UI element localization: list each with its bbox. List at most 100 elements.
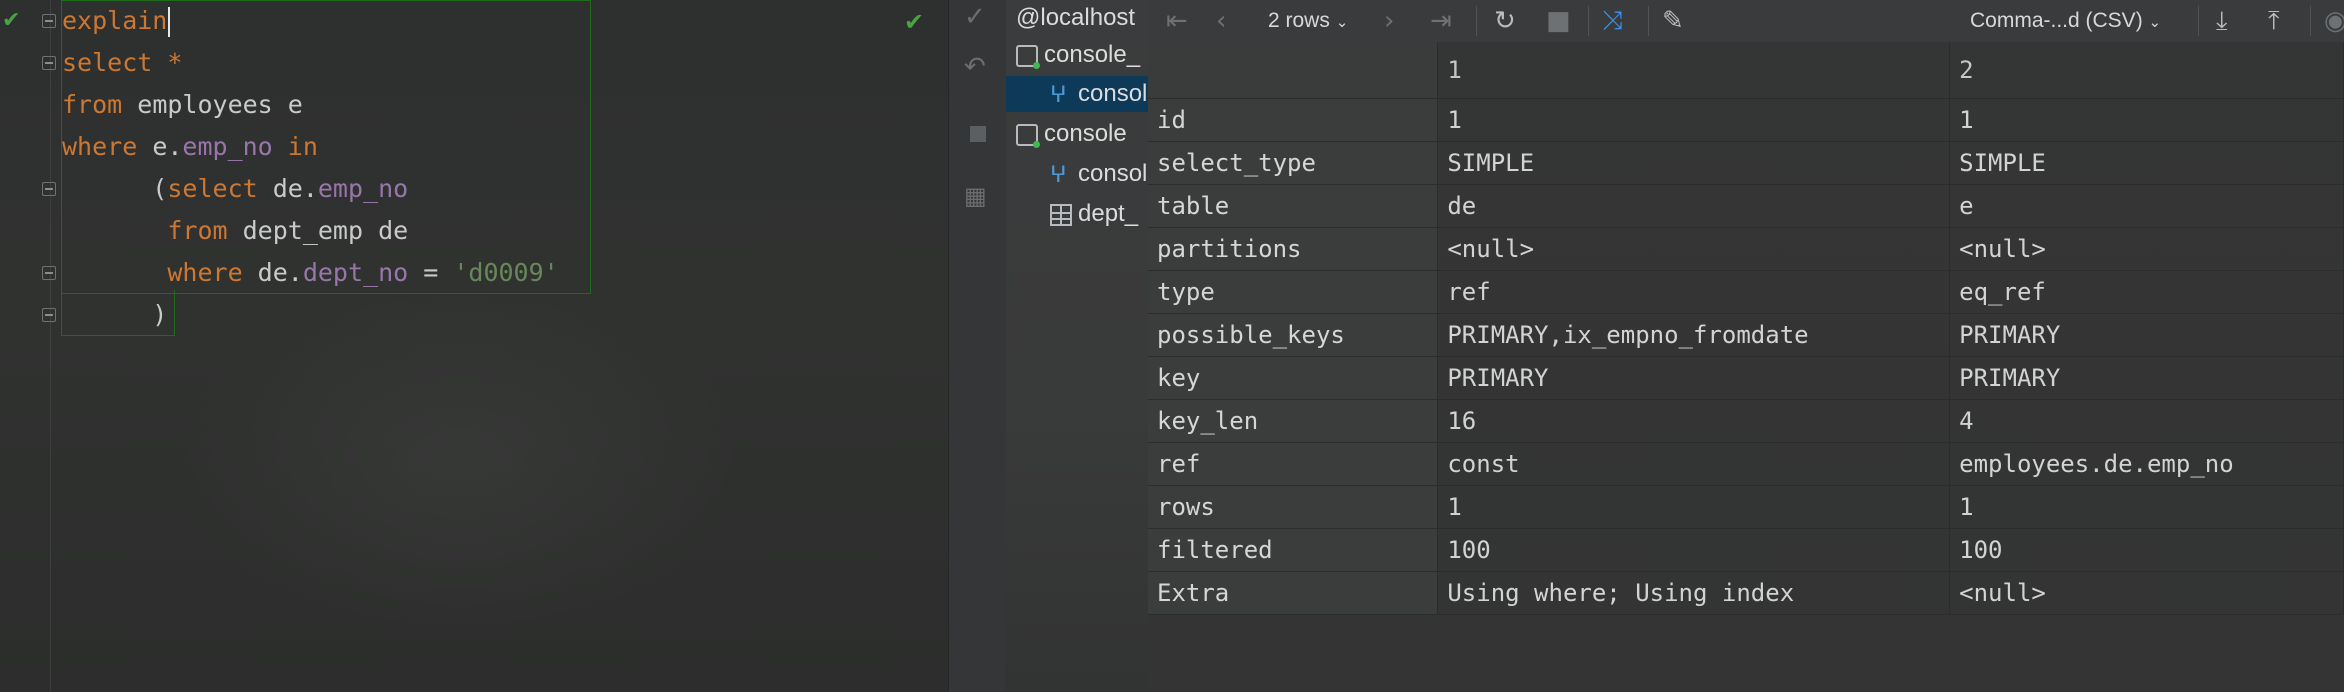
code-line[interactable]: explain: [62, 0, 171, 42]
table-cell[interactable]: 4: [1949, 399, 2344, 443]
sql-keyword: explain: [62, 6, 168, 35]
fold-marker-icon[interactable]: [42, 308, 56, 322]
checkmark-icon: ✔: [2, 8, 21, 33]
last-page-icon[interactable]: ⇥: [1430, 0, 1452, 42]
toolbar-separator: [1476, 6, 1477, 36]
table-cell[interactable]: 1: [1949, 485, 2344, 529]
view-icon[interactable]: ◉: [2324, 0, 2344, 42]
sql-field: dept_no: [302, 258, 409, 287]
code-line[interactable]: (select de.emp_no: [62, 168, 408, 210]
toolbar-separator: [1588, 6, 1589, 36]
sql-token: employees e: [137, 90, 303, 119]
sql-token: ): [62, 300, 168, 329]
table-cell[interactable]: de: [1437, 184, 1951, 228]
tree-item-console[interactable]: ⵖ console: [1050, 156, 1148, 192]
sql-keyword: where: [62, 258, 258, 287]
results-grid[interactable]: 1 2 id 1 1 select_type SIMPLE SIMPLE table de e p…: [1148, 42, 2344, 692]
row-count-dropdown[interactable]: 2 rows ⌄: [1268, 0, 1348, 42]
toolbar-separator: [2198, 6, 2199, 36]
table-cell[interactable]: ref: [1437, 270, 1951, 314]
row-header-cell[interactable]: partitions: [1148, 227, 1439, 271]
table-cell[interactable]: 100: [1949, 528, 2344, 572]
table-cell[interactable]: <null>: [1949, 227, 2344, 271]
commit-icon[interactable]: ✓: [964, 2, 986, 32]
code-line[interactable]: select *: [62, 42, 182, 84]
row-header-cell[interactable]: filtered: [1148, 528, 1439, 572]
table-cell[interactable]: 100: [1437, 528, 1951, 572]
next-page-icon[interactable]: ›: [1384, 0, 1394, 42]
download-icon[interactable]: ⤓: [2216, 0, 2228, 42]
corner-cell: [1148, 42, 1439, 99]
table-cell[interactable]: eq_ref: [1949, 270, 2344, 314]
export-format-dropdown[interactable]: Comma-...d (CSV) ⌄: [1970, 0, 2161, 42]
export-format-label: Comma-...d (CSV): [1970, 9, 2143, 32]
table-cell[interactable]: SIMPLE: [1949, 141, 2344, 185]
upload-icon[interactable]: ⤒: [2268, 0, 2280, 42]
table-cell[interactable]: e: [1949, 184, 2344, 228]
sql-token: de.: [272, 174, 318, 203]
table-cell[interactable]: employees.de.emp_no: [1949, 442, 2344, 486]
table-cell[interactable]: 1: [1949, 98, 2344, 142]
row-header-cell[interactable]: id: [1148, 98, 1439, 142]
fold-marker-icon[interactable]: [42, 14, 56, 28]
tree-item-label: @localhost: [1016, 4, 1136, 31]
column-header[interactable]: 1: [1437, 42, 1951, 99]
sql-field: emp_no: [317, 174, 409, 203]
table-cell[interactable]: 16: [1437, 399, 1951, 443]
tree-item-console-selected[interactable]: ⵖ console: [1006, 76, 1148, 112]
row-header-cell[interactable]: key_len: [1148, 399, 1439, 443]
layout-icon[interactable]: ▦: [964, 182, 987, 210]
chevron-down-icon: ⌄: [2148, 14, 2162, 31]
code-line[interactable]: ): [62, 294, 167, 336]
row-header-cell[interactable]: possible_keys: [1148, 313, 1439, 357]
pin-icon[interactable]: ✎: [1662, 0, 1684, 42]
row-header-cell[interactable]: type: [1148, 270, 1439, 314]
row-header-cell[interactable]: select_type: [1148, 141, 1439, 185]
table-cell[interactable]: Using where; Using index: [1437, 571, 1951, 615]
checkmark-icon: ✔: [904, 8, 925, 36]
table-cell[interactable]: SIMPLE: [1437, 141, 1951, 185]
chevron-down-icon: ⌄: [1335, 14, 1349, 31]
row-header-cell[interactable]: table: [1148, 184, 1439, 228]
column-header[interactable]: 2: [1949, 42, 2344, 99]
fold-marker-icon[interactable]: [42, 266, 56, 280]
table-cell[interactable]: 1: [1437, 98, 1951, 142]
table-cell[interactable]: PRIMARY,ix_empno_fromdate: [1437, 313, 1951, 357]
tree-item-session[interactable]: console: [1016, 116, 1127, 152]
tree-item-label: console: [1078, 80, 1148, 107]
table-cell[interactable]: const: [1437, 442, 1951, 486]
sql-token: (: [62, 174, 168, 203]
table-cell[interactable]: PRIMARY: [1949, 356, 2344, 400]
compare-icon[interactable]: ⤨: [1602, 0, 1623, 42]
reload-icon[interactable]: ↻: [1494, 0, 1516, 42]
fold-marker-icon[interactable]: [42, 56, 56, 70]
row-header-cell[interactable]: rows: [1148, 485, 1439, 529]
table-cell[interactable]: <null>: [1949, 571, 2344, 615]
table-row: id 1 1: [1148, 98, 2344, 142]
row-header-cell[interactable]: Extra: [1148, 571, 1439, 615]
code-line[interactable]: from dept_emp de: [62, 210, 408, 252]
sql-keyword: select: [62, 48, 168, 77]
sql-token: dept_emp de: [242, 216, 409, 245]
tree-item-session[interactable]: console_: [1016, 37, 1140, 73]
first-page-icon[interactable]: ⇤: [1166, 0, 1188, 42]
code-line[interactable]: where de.dept_no = 'd0009': [62, 252, 558, 294]
row-header-cell[interactable]: ref: [1148, 442, 1439, 486]
code-line[interactable]: from employees e: [62, 84, 303, 126]
rollback-icon[interactable]: ↶: [964, 52, 986, 82]
tree-item-host[interactable]: @localhost: [1016, 0, 1135, 36]
tree-item-table[interactable]: dept_: [1050, 196, 1138, 232]
row-header-cell[interactable]: key: [1148, 356, 1439, 400]
table-cell[interactable]: PRIMARY: [1949, 313, 2344, 357]
stop-icon[interactable]: ■: [1546, 0, 1571, 42]
table-cell[interactable]: PRIMARY: [1437, 356, 1951, 400]
previous-page-icon[interactable]: ‹: [1216, 0, 1226, 42]
table-row: type ref eq_ref: [1148, 270, 2344, 314]
table-cell[interactable]: 1: [1437, 485, 1951, 529]
code-line[interactable]: where e.emp_no in: [62, 126, 318, 168]
fold-marker-icon[interactable]: [42, 182, 56, 196]
sql-editor[interactable]: ✔ ✔ explain select * from employees e where…: [0, 0, 948, 692]
table-cell[interactable]: <null>: [1437, 227, 1951, 271]
sql-keyword: in: [272, 132, 318, 161]
stop-icon[interactable]: [970, 126, 986, 142]
